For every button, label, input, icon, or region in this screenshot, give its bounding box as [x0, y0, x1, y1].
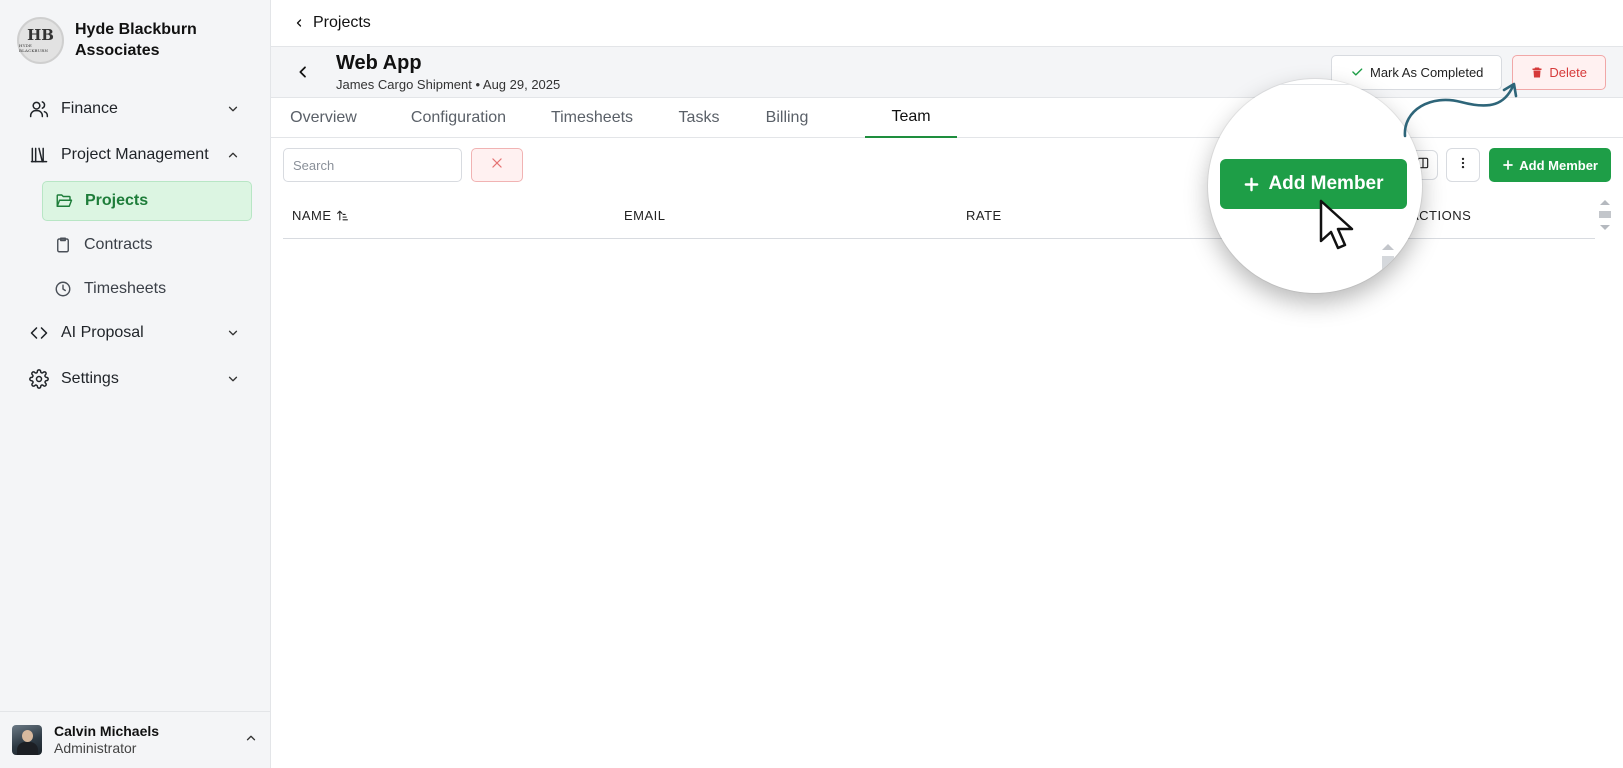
trash-icon [1531, 66, 1543, 79]
sidebar-nav: Finance Project Management Projects Cont… [0, 95, 270, 393]
sidebar-item-finance[interactable]: Finance [0, 95, 270, 123]
sidebar-item-label: Contracts [84, 236, 153, 253]
clear-search-button[interactable] [471, 148, 523, 182]
add-member-button[interactable]: Add Member [1489, 148, 1611, 182]
tab-configuration[interactable]: Configuration [407, 98, 510, 138]
clock-icon [54, 280, 72, 298]
tab-team[interactable]: Team [865, 98, 957, 138]
logo-monogram: HB [27, 25, 54, 44]
callout-scroll-arrow [1381, 244, 1395, 275]
callout-arrow-icon [1401, 80, 1531, 145]
chevron-down-icon [226, 326, 240, 340]
sort-ascending-icon [336, 209, 349, 222]
tab-billing[interactable]: Billing [761, 98, 813, 138]
callout-divider [1208, 84, 1422, 85]
column-label: EMAIL [624, 207, 666, 223]
page-subtitle: James Cargo Shipment • Aug 29, 2025 [336, 77, 561, 92]
logo-text: HYDE BLACKBURN [19, 42, 49, 53]
scroll-indicator[interactable] [1598, 200, 1612, 230]
check-icon [1350, 65, 1364, 79]
sidebar-item-ai-proposal[interactable]: AI Proposal [0, 319, 270, 347]
chevron-up-icon[interactable] [244, 731, 258, 750]
gear-icon [29, 369, 49, 389]
sidebar-item-settings[interactable]: Settings [0, 365, 270, 393]
brand[interactable]: HB HYDE BLACKBURN Hyde Blackburn Associa… [0, 0, 270, 68]
back-link-label: Projects [313, 14, 371, 31]
chevron-left-icon [293, 17, 305, 29]
sidebar-item-project-management[interactable]: Project Management [0, 141, 270, 169]
zoom-callout: Add Member [1208, 79, 1422, 293]
sidebar-item-label: Finance [61, 100, 118, 117]
back-to-projects-link[interactable]: Projects [293, 14, 371, 32]
mouse-pointer-icon [1318, 199, 1356, 256]
sidebar: HB HYDE BLACKBURN Hyde Blackburn Associa… [0, 0, 271, 768]
clipboard-icon [54, 236, 72, 254]
button-label: Delete [1549, 64, 1587, 80]
sidebar-item-label: Settings [61, 370, 119, 387]
column-header-name[interactable]: NAME [283, 208, 624, 223]
user-role: Administrator [54, 740, 137, 756]
sidebar-item-projects[interactable]: Projects [42, 181, 252, 221]
more-vertical-icon [1456, 156, 1470, 175]
project-management-submenu: Projects Contracts Timesheets [0, 181, 270, 309]
sidebar-item-contracts[interactable]: Contracts [42, 225, 252, 265]
topbar: Projects [271, 0, 1623, 47]
tab-tasks[interactable]: Tasks [677, 98, 721, 138]
plus-icon [1502, 159, 1514, 171]
page-title: Web App [336, 52, 422, 74]
column-label: RATE [966, 207, 1002, 223]
folder-open-icon [55, 192, 73, 210]
column-label: NAME [292, 207, 332, 223]
sidebar-item-label: Timesheets [84, 280, 167, 297]
avatar [12, 725, 42, 755]
column-header-email[interactable]: EMAIL [624, 208, 966, 223]
chevron-down-icon [226, 102, 240, 116]
user-info: Calvin Michaels Administrator [54, 723, 244, 757]
tab-overview[interactable]: Overview [281, 98, 366, 138]
button-label: Add Member [1519, 157, 1598, 173]
sidebar-item-label: Project Management [61, 146, 209, 163]
close-icon [490, 156, 504, 175]
company-name-line2: Associates [75, 42, 160, 59]
avatar-body [17, 742, 38, 755]
search-input[interactable] [283, 148, 462, 182]
main-content: Projects Web App James Cargo Shipment • … [271, 0, 1623, 768]
project-titles: Web App James Cargo Shipment • Aug 29, 2… [336, 51, 1321, 93]
company-logo: HB HYDE BLACKBURN [17, 16, 64, 64]
app-root: HB HYDE BLACKBURN Hyde Blackburn Associa… [0, 0, 1623, 768]
chevron-up-icon [226, 148, 240, 162]
sidebar-item-label: AI Proposal [61, 324, 144, 341]
button-label: Mark As Completed [1369, 64, 1484, 80]
code-icon [29, 323, 49, 343]
sidebar-item-label: Projects [85, 192, 149, 209]
avatar-head [22, 730, 33, 742]
users-icon [29, 99, 49, 119]
plus-icon [1243, 176, 1260, 193]
library-icon [29, 145, 49, 165]
user-name: Calvin Michaels [54, 723, 160, 739]
company-name: Hyde Blackburn Associates [75, 19, 197, 61]
back-button[interactable] [291, 60, 315, 84]
tab-timesheets[interactable]: Timesheets [548, 98, 636, 138]
callout-add-member-button: Add Member [1220, 159, 1407, 209]
sidebar-item-timesheets[interactable]: Timesheets [42, 269, 252, 309]
chevron-down-icon [226, 372, 240, 386]
more-options-button[interactable] [1446, 148, 1481, 182]
user-profile[interactable]: Calvin Michaels Administrator [0, 711, 270, 768]
company-name-line1: Hyde Blackburn [75, 21, 197, 38]
callout-button-label: Add Member [1268, 173, 1384, 194]
